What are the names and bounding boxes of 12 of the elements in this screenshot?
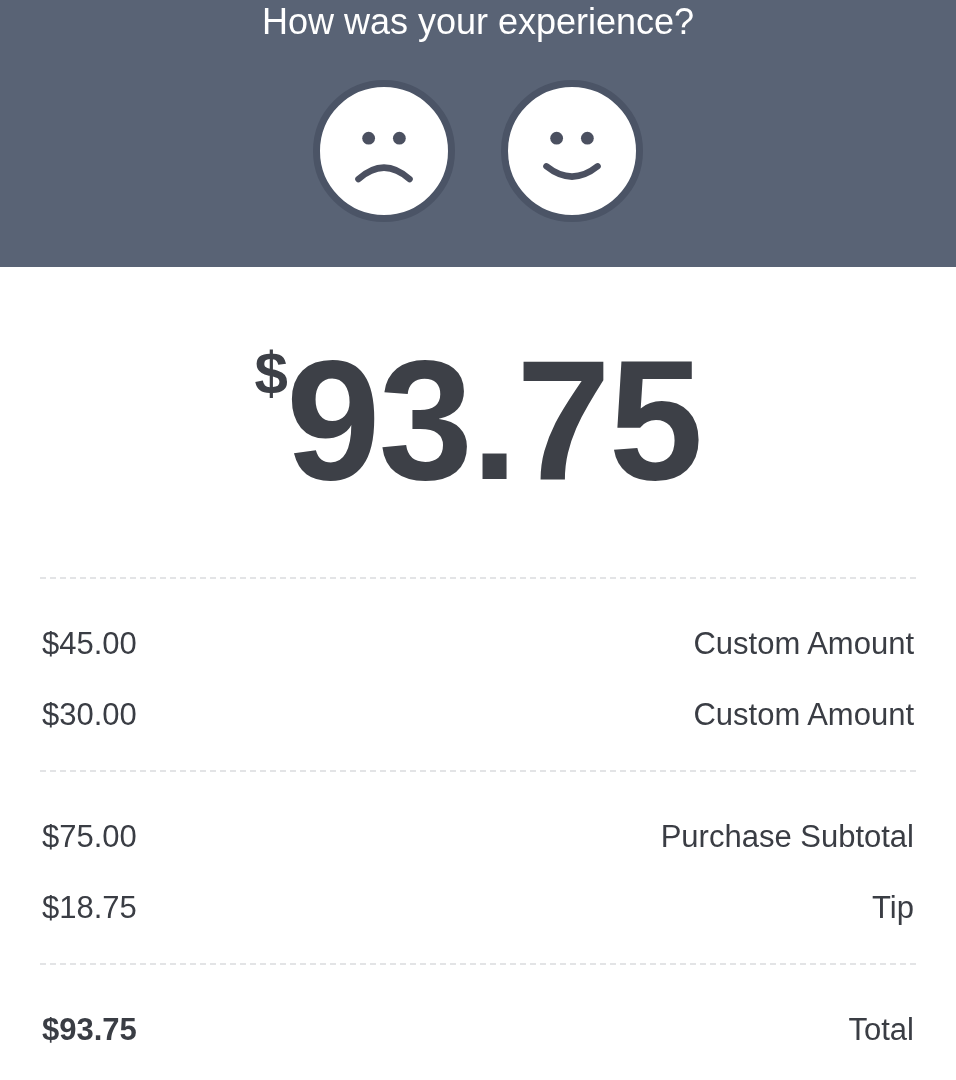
- line-label: Custom Amount: [693, 625, 914, 663]
- line-amount: $75.00: [42, 818, 137, 856]
- line-label: Total: [848, 1011, 914, 1049]
- line-label: Purchase Subtotal: [660, 818, 914, 856]
- line-amount: $18.75: [42, 888, 137, 927]
- line-amount: $93.75: [42, 1011, 137, 1049]
- line-label: Custom Amount: [693, 695, 914, 734]
- line-amount: $45.00: [42, 625, 137, 663]
- line-label: Tip: [872, 888, 914, 927]
- prompt-text: How was your experience?: [261, 0, 695, 40]
- line-amount: $30.00: [42, 695, 137, 734]
- total-amount: $93.75: [254, 335, 702, 505]
